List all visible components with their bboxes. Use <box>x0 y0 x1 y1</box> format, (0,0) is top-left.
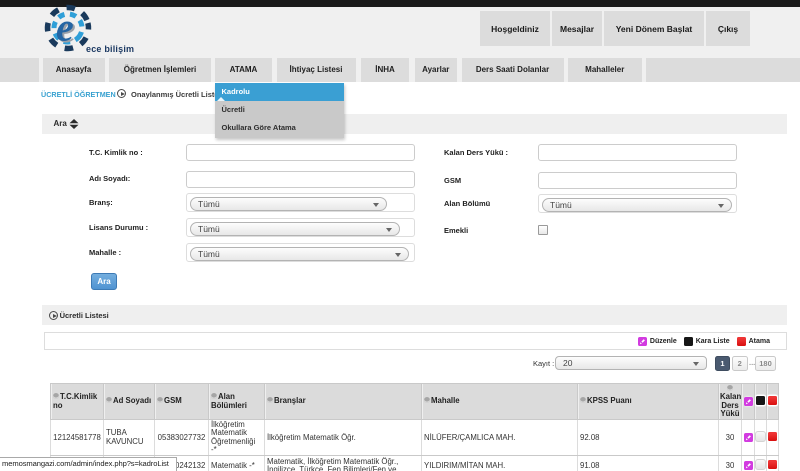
svg-text:e: e <box>56 5 74 50</box>
